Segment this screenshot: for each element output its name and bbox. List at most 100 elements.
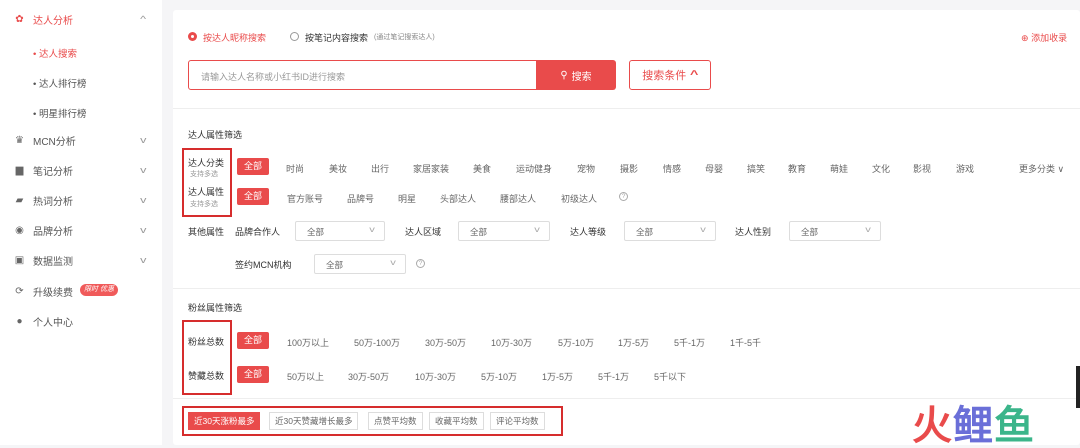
plus-circle-icon: ⊕ (1021, 33, 1029, 43)
sidebar-item-label: 个人中心 (33, 317, 73, 329)
help-icon[interactable]: ? (416, 259, 425, 268)
likes-option[interactable]: 5千-1万 (598, 370, 629, 383)
chevron-down-icon: v (369, 225, 375, 234)
chevron-down-icon: v (534, 225, 540, 234)
more-categories-link[interactable]: 更多分类 ∨ (1019, 162, 1064, 175)
attr-option[interactable]: 全部 (237, 188, 270, 205)
category-option[interactable]: 情感 (663, 162, 681, 175)
category-option[interactable]: 宠物 (577, 162, 595, 175)
category-option[interactable]: 搞笑 (747, 162, 765, 175)
category-option[interactable]: 家居家装 (413, 162, 449, 175)
search-button-label: 搜索 (571, 71, 592, 83)
attr-option[interactable]: 头部达人 (440, 192, 476, 205)
region-label: 达人区域 (405, 227, 442, 237)
category-option[interactable]: 文化 (872, 162, 890, 175)
category-option[interactable]: 母婴 (705, 162, 723, 175)
highlight-frame (182, 320, 232, 395)
category-option[interactable]: 时尚 (286, 162, 304, 175)
fans-option[interactable]: 1千-5千 (730, 336, 761, 349)
region-select[interactable]: 全部 v (458, 221, 550, 241)
fans-option[interactable]: 5万-10万 (558, 336, 594, 349)
add-collect-link[interactable]: ⊕ 添加收录 (1021, 31, 1067, 44)
fans-option[interactable]: 10万-30万 (491, 336, 532, 349)
fans-option[interactable]: 1万-5万 (618, 336, 649, 349)
search-input-placeholder: 请输入达人名称或小红书ID进行搜索 (201, 72, 346, 82)
chevron-down-icon: v (140, 195, 147, 205)
search-button[interactable]: ⚲ 搜索 (536, 60, 616, 90)
category-option[interactable]: 运动健身 (516, 162, 552, 175)
likes-option[interactable]: 30万-50万 (348, 370, 389, 383)
category-option[interactable]: 美食 (473, 162, 491, 175)
help-icon[interactable]: ? (619, 192, 628, 201)
sidebar-item-brand[interactable]: ◉ 品牌分析 v (0, 215, 162, 245)
search-input-wrapper[interactable]: 请输入达人名称或小红书ID进行搜索 (188, 60, 538, 90)
chevron-down-icon: v (865, 225, 871, 234)
sidebar-sub-influencer-search[interactable]: • 达人搜索 (33, 46, 77, 60)
attr-option[interactable]: 腰部达人 (500, 192, 536, 205)
sidebar-item-profile[interactable]: ● 个人中心 (0, 306, 162, 336)
sidebar-sub-influencer-ranking[interactable]: • 达人排行榜 (33, 76, 86, 90)
radio-nickname-search[interactable] (188, 32, 197, 41)
gear-icon: ✿ (15, 13, 24, 25)
fans-option[interactable]: 30万-50万 (425, 336, 466, 349)
chevron-down-icon: v (140, 255, 147, 265)
attr-option[interactable]: 品牌号 (347, 192, 374, 205)
category-option[interactable]: 美妆 (329, 162, 347, 175)
category-option[interactable]: 影视 (913, 162, 931, 175)
category-option[interactable]: 教育 (788, 162, 806, 175)
main-panel: 按达人昵称搜索 按笔记内容搜索 (通过笔记搜索达人) ⊕ 添加收录 请输入达人名… (173, 10, 1080, 445)
chevron-up-icon: ^ (690, 69, 699, 81)
user-icon: ● (16, 315, 23, 327)
fans-option[interactable]: 100万以上 (287, 336, 329, 349)
category-option[interactable]: 游戏 (956, 162, 974, 175)
sidebar-sub-star-ranking[interactable]: • 明星排行榜 (33, 106, 86, 120)
chevron-down-icon: v (140, 165, 147, 175)
likes-option[interactable]: 10万-30万 (415, 370, 456, 383)
level-select[interactable]: 全部 v (624, 221, 716, 241)
mcn-select[interactable]: 全部 v (314, 254, 406, 274)
upgrade-icon: ⟳ (15, 285, 24, 297)
likes-option[interactable]: 5千以下 (654, 370, 686, 383)
sidebar-item-monitor[interactable]: ▣ 数据监测 v (0, 245, 162, 275)
brand-partner-select[interactable]: 全部 v (295, 221, 385, 241)
sidebar-item-notes[interactable]: ▆ 笔记分析 v (0, 155, 162, 185)
radio-note-hint: (通过笔记搜索达人) (374, 34, 435, 41)
sidebar-item-mcn[interactable]: ♛ MCN分析 v (0, 125, 162, 155)
attr-option[interactable]: 明星 (398, 192, 416, 205)
sidebar-item-hotwords[interactable]: ▰ 热词分析 v (0, 185, 162, 215)
attr-option[interactable]: 官方账号 (287, 192, 323, 205)
chevron-down-icon: v (390, 258, 396, 267)
message-icon: ▰ (15, 194, 24, 206)
category-option[interactable]: 出行 (371, 162, 389, 175)
attr-option[interactable]: 初级达人 (561, 192, 597, 205)
sidebar-item-label: MCN分析 (33, 136, 76, 148)
category-option[interactable]: 摄影 (620, 162, 638, 175)
radio-label-nickname[interactable]: 按达人昵称搜索 (203, 31, 266, 44)
crown-icon: ♛ (15, 134, 24, 146)
sidebar-item-label: 数据监测 (33, 256, 73, 268)
highlight-frame (182, 406, 563, 436)
sidebar-item-label: 热词分析 (33, 196, 73, 208)
sidebar-item-label: 笔记分析 (33, 166, 73, 178)
chevron-down-icon: v (700, 225, 706, 234)
fans-option[interactable]: 全部 (237, 332, 270, 349)
gender-select[interactable]: 全部 v (789, 221, 881, 241)
sidebar-item-influencer-analysis[interactable]: ✿ 达人分析 ^ (0, 4, 162, 34)
divider (173, 108, 1080, 109)
search-icon: ⚲ (560, 69, 568, 81)
likes-option[interactable]: 全部 (237, 366, 270, 383)
watermark-char: 火 (912, 404, 953, 448)
category-option[interactable]: 全部 (237, 158, 270, 175)
fans-option[interactable]: 50万-100万 (354, 336, 400, 349)
radio-note-search[interactable] (290, 32, 299, 41)
fans-option[interactable]: 5千-1万 (674, 336, 705, 349)
sidebar: ✿ 达人分析 ^ • 达人搜索 • 达人排行榜 • 明星排行榜 ♛ MCN分析 … (0, 0, 162, 445)
likes-option[interactable]: 1万-5万 (542, 370, 573, 383)
radio-label-note[interactable]: 按笔记内容搜索 (305, 31, 368, 44)
search-conditions-button[interactable]: 搜索条件 ^ (629, 60, 711, 90)
likes-option[interactable]: 50万以上 (287, 370, 324, 383)
divider (173, 288, 1080, 289)
select-value: 全部 (326, 260, 344, 270)
likes-option[interactable]: 5万-10万 (481, 370, 517, 383)
category-option[interactable]: 萌娃 (830, 162, 848, 175)
